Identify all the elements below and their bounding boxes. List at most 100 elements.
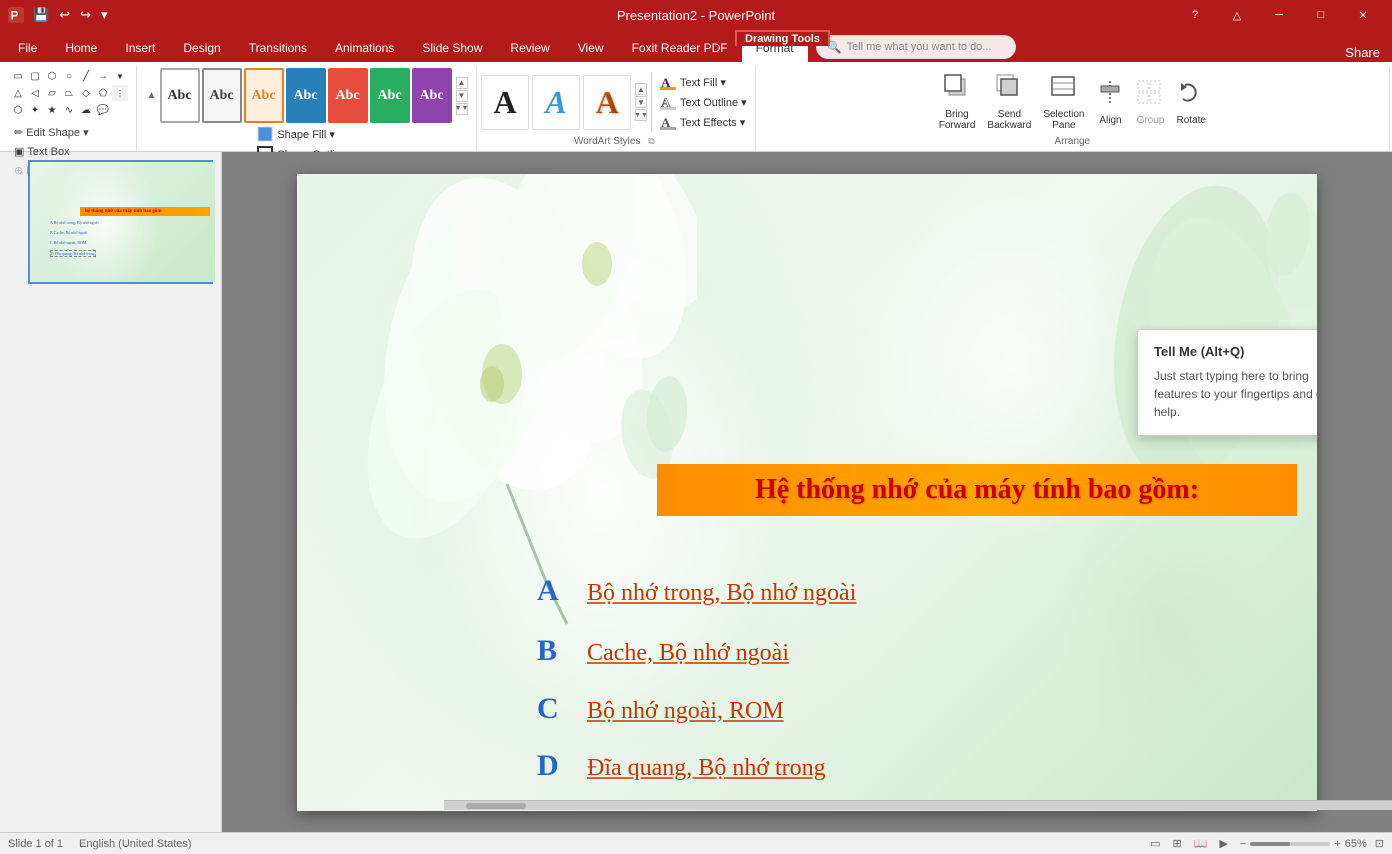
thumb-answer-b: B Cache, Bộ nhớ ngoài [50, 230, 87, 235]
restore-button[interactable]: □ [1300, 0, 1342, 30]
tab-foxit[interactable]: Foxit Reader PDF [618, 34, 742, 62]
minimize-button[interactable]: ─ [1258, 0, 1300, 30]
arrange-group: BringForward SendBackward SelectionPane [756, 66, 1390, 151]
fit-window-btn[interactable]: ⊡ [1375, 837, 1384, 850]
selection-pane-button[interactable]: SelectionPane [1038, 70, 1089, 134]
shape-styles-group: ▲ Abc Abc Abc Abc Abc Abc Abc ▲ ▼ ▼▼ [137, 66, 477, 151]
shape-star4[interactable]: ✦ [27, 102, 43, 118]
tab-slideshow[interactable]: Slide Show [408, 34, 496, 62]
shape-rect[interactable]: ▭ [10, 68, 26, 84]
text-effects-button[interactable]: A Text Effects ▾ [656, 113, 751, 131]
wordart-label: WordArt Styles ⧉ [574, 136, 658, 149]
shape-star5[interactable]: ★ [44, 102, 60, 118]
h-scrollbar-thumb[interactable] [466, 803, 526, 809]
app-icon: P [8, 7, 24, 23]
shape-rtri[interactable]: ◁ [27, 85, 43, 101]
drawing-tools-label: Drawing Tools [735, 30, 830, 46]
zoom-out-btn[interactable]: − [1240, 838, 1246, 850]
shape-styles-more[interactable]: ▼▼ [456, 103, 468, 115]
ribbon-toggle[interactable]: △ [1216, 0, 1258, 30]
shape-snip-rect[interactable]: ⬡ [44, 68, 60, 84]
text-outline-button[interactable]: A Text Outline ▾ [656, 93, 751, 111]
slideshow-btn[interactable]: ▶ [1215, 835, 1231, 852]
shape-style-6[interactable]: Abc [370, 68, 410, 123]
edit-shape-icon: ✏ [14, 126, 23, 139]
tell-me-placeholder: Tell me what you want to do... [847, 41, 992, 53]
send-backward-icon [995, 73, 1023, 107]
shape-style-7[interactable]: Abc [412, 68, 452, 123]
align-button[interactable]: Align [1091, 76, 1129, 129]
shape-style-3[interactable]: Abc [244, 68, 284, 123]
shape-style-5[interactable]: Abc [328, 68, 368, 123]
tab-file[interactable]: File [4, 34, 51, 62]
reading-view-btn[interactable]: 📖 [1190, 835, 1212, 852]
shape-rounded-rect[interactable]: ▢ [27, 68, 43, 84]
wordart-style-1[interactable]: A [481, 75, 529, 130]
text-fill-button[interactable]: A Text Fill ▾ [656, 73, 751, 91]
ribbon: ▭ ▢ ⬡ ○ ╱ → ▼ △ ◁ ▱ ⏢ ◇ ⬠ ⋮ ⬡ [0, 62, 1392, 152]
slide-thumbnail[interactable]: hệ thống nhớ của máy tính bao gồm A Bộ n… [28, 160, 213, 284]
slide-title-box[interactable]: Hệ thống nhớ của máy tính bao gồm: [657, 464, 1297, 516]
shape-line[interactable]: ╱ [78, 68, 94, 84]
shape-callout[interactable]: 💬 [95, 102, 111, 118]
shape-pentagon[interactable]: ⬠ [95, 85, 111, 101]
h-scrollbar[interactable] [444, 800, 1392, 810]
wordart-prev[interactable]: ▲ [635, 83, 647, 95]
rotate-button[interactable]: Rotate [1171, 76, 1210, 129]
slide-sorter-btn[interactable]: ⊞ [1168, 835, 1185, 852]
normal-view-btn[interactable]: ▭ [1146, 835, 1164, 852]
shape-styles-scroll-up[interactable]: ▲ [146, 68, 158, 123]
shape-wavy[interactable]: ∿ [61, 102, 77, 118]
shape-styles-next[interactable]: ▼ [456, 90, 468, 102]
shapes-grid: ▭ ▢ ⬡ ○ ╱ → ▼ △ ◁ ▱ ⏢ ◇ ⬠ ⋮ ⬡ [10, 68, 128, 118]
save-button[interactable]: 💾 [30, 5, 52, 25]
shape-oval[interactable]: ○ [61, 68, 77, 84]
tab-animations[interactable]: Animations [321, 34, 408, 62]
zoom-in-btn[interactable]: + [1334, 838, 1340, 850]
shape-arrow[interactable]: → [95, 68, 111, 84]
close-button[interactable]: ✕ [1342, 0, 1384, 30]
shape-style-1[interactable]: Abc [160, 68, 200, 123]
shape-styles-prev[interactable]: ▲ [456, 77, 468, 89]
text-box-button[interactable]: ▣ Text Box [10, 143, 74, 160]
edit-shape-button[interactable]: ✏ Edit Shape ▾ [10, 124, 93, 141]
tab-insert[interactable]: Insert [111, 34, 169, 62]
tab-view[interactable]: View [564, 34, 618, 62]
redo-button[interactable]: ↪ [77, 5, 94, 25]
tell-me-bar[interactable]: 🔍 Tell me what you want to do... [816, 35, 1016, 59]
shape-diamond[interactable]: ◇ [78, 85, 94, 101]
wordart-next[interactable]: ▼ [635, 96, 647, 108]
window-title: Presentation2 - PowerPoint [617, 8, 775, 23]
letter-d: D [537, 749, 567, 783]
shape-cloud[interactable]: ☁ [78, 102, 94, 118]
shape-trapez[interactable]: ⏢ [61, 85, 77, 101]
divider1 [651, 72, 652, 132]
customize-qat-button[interactable]: ▾ [98, 5, 111, 25]
help-button[interactable]: ? [1174, 0, 1216, 30]
wordart-expand[interactable]: ⧉ [645, 135, 657, 147]
undo-button[interactable]: ↩ [56, 5, 73, 25]
tab-home[interactable]: Home [51, 34, 111, 62]
wordart-style-2[interactable]: A [532, 75, 580, 130]
bring-forward-button[interactable]: BringForward [934, 70, 981, 134]
send-backward-button[interactable]: SendBackward [982, 70, 1036, 134]
shape-parallelogram[interactable]: ▱ [44, 85, 60, 101]
tab-transitions[interactable]: Transitions [235, 34, 321, 62]
shape-tri[interactable]: △ [10, 85, 26, 101]
more-shapes-btn[interactable]: ⋮ [112, 85, 128, 101]
tab-design[interactable]: Design [169, 34, 234, 62]
shape-styles-content: ▲ Abc Abc Abc Abc Abc Abc Abc ▲ ▼ ▼▼ [146, 68, 468, 123]
wordart-style-3[interactable]: A [583, 75, 631, 130]
shape-style-2[interactable]: Abc [202, 68, 242, 123]
zoom-slider[interactable] [1250, 842, 1330, 846]
shape-fill-button[interactable]: Shape Fill ▾ [253, 125, 359, 143]
share-button[interactable]: Share [1337, 43, 1388, 62]
shape-hexagon[interactable]: ⬡ [10, 102, 26, 118]
tab-review[interactable]: Review [496, 34, 563, 62]
scroll-shapes-down[interactable]: ▼ [112, 68, 128, 84]
wordart-more[interactable]: ▼▼ [635, 109, 647, 121]
send-backward-label: SendBackward [987, 109, 1031, 131]
rotate-label: Rotate [1176, 115, 1205, 126]
shape-style-4[interactable]: Abc [286, 68, 326, 123]
group-button[interactable]: Group [1131, 76, 1169, 129]
